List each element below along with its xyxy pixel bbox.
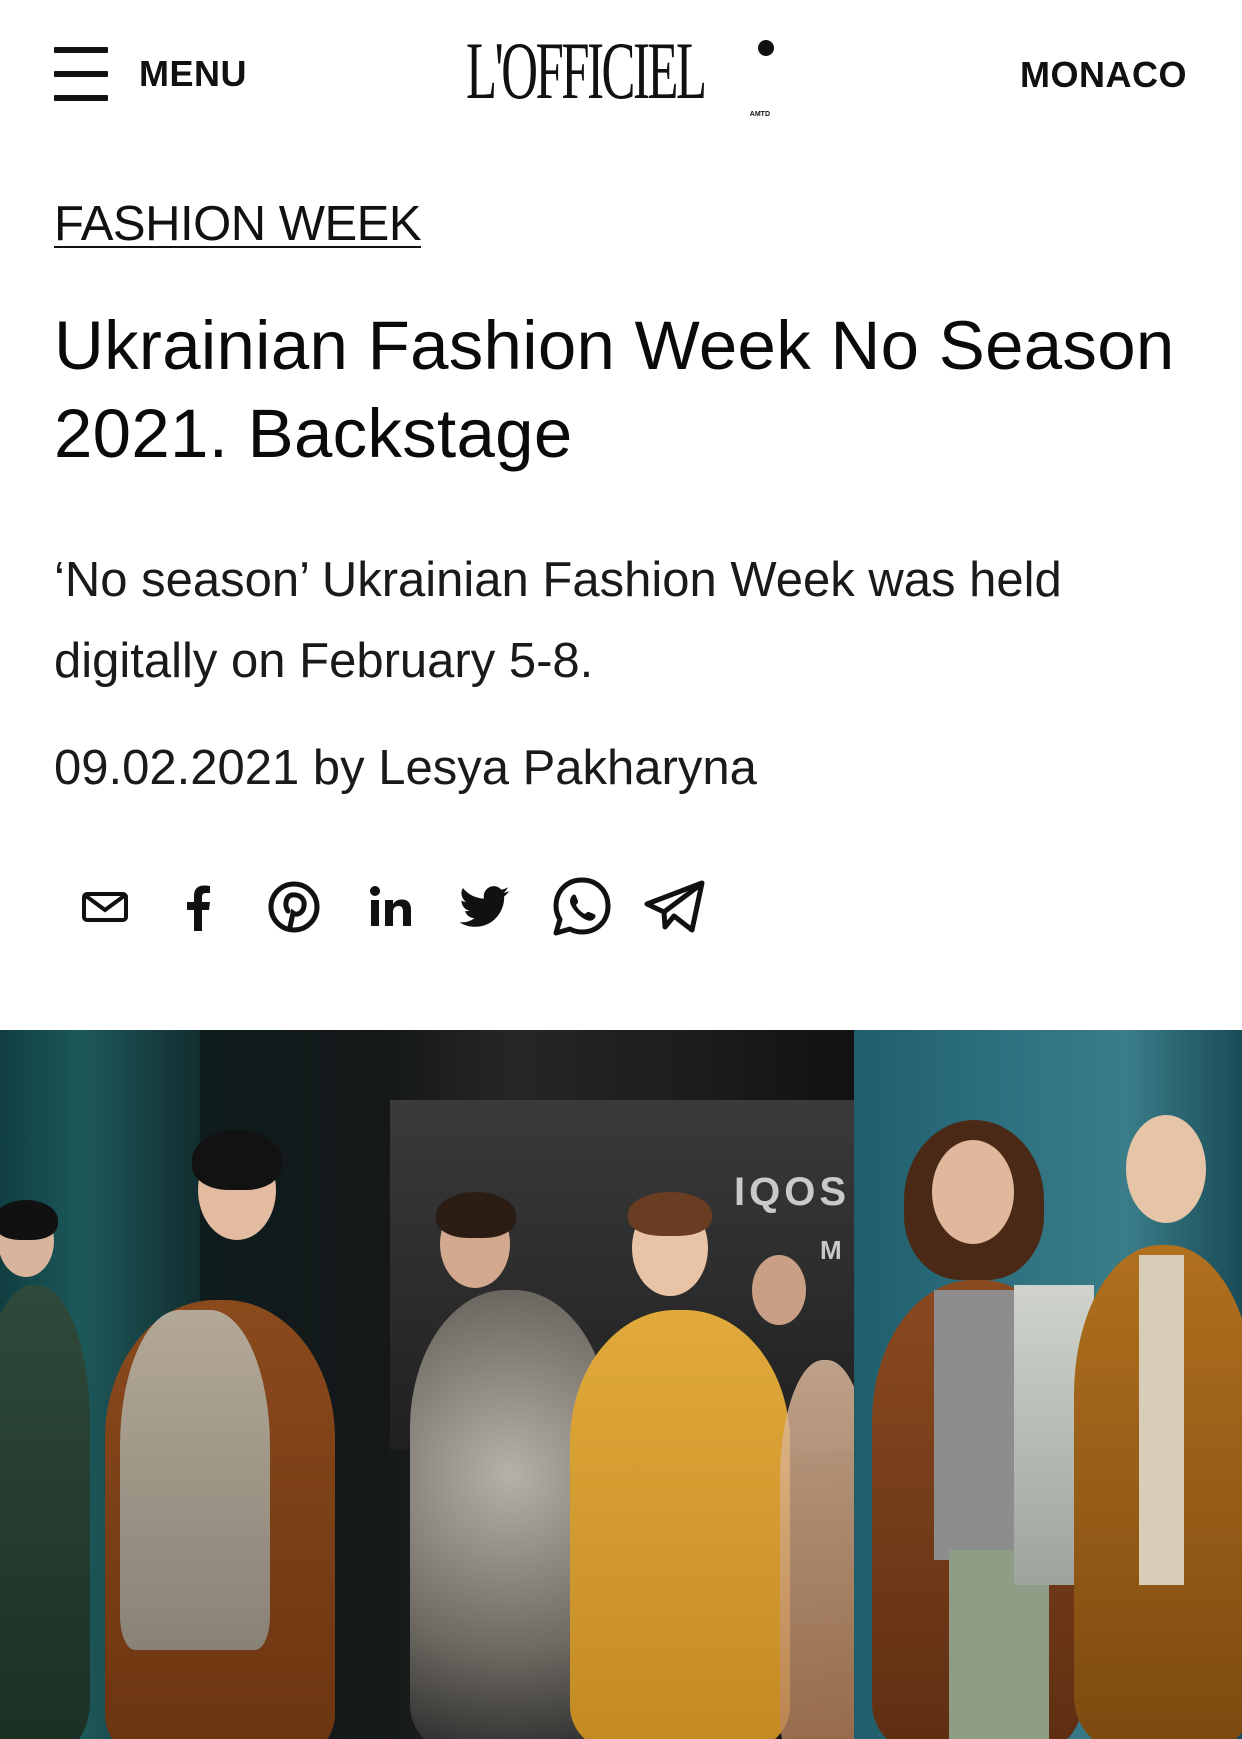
share-email-button[interactable] <box>70 872 140 942</box>
logo-wordmark: L'OFFICIEL <box>466 25 707 116</box>
whatsapp-icon <box>553 877 611 936</box>
share-pinterest-button[interactable] <box>259 872 329 942</box>
mail-icon <box>82 892 128 922</box>
telegram-icon <box>644 880 705 933</box>
share-linkedin-button[interactable] <box>356 872 426 942</box>
hamburger-menu-icon[interactable] <box>54 47 108 101</box>
article-title: Ukrainian Fashion Week No Season 2021. B… <box>54 307 1175 472</box>
share-whatsapp-button[interactable] <box>547 872 617 942</box>
linkedin-icon <box>370 886 411 926</box>
menu-button[interactable]: MENU <box>139 53 247 95</box>
twitter-icon <box>460 886 510 927</box>
facebook-icon <box>187 885 210 931</box>
article-date-author: 09.02.2021 by Lesya Pakharyna <box>54 741 757 795</box>
category-link[interactable]: FASHION WEEK <box>54 196 422 252</box>
hero-image: IQOS M <box>0 1030 1242 1739</box>
backstage-photo-left: IQOS M <box>0 1030 870 1739</box>
wall-sign-text: IQOS <box>734 1170 851 1214</box>
article-lede: ‘No season’ Ukrainian Fashion Week was h… <box>54 553 1062 688</box>
share-twitter-button[interactable] <box>450 872 520 942</box>
pinterest-icon <box>268 881 320 933</box>
share-telegram-button[interactable] <box>640 872 710 942</box>
logo-emblem-icon <box>758 40 774 56</box>
site-logo[interactable]: L'OFFICIEL AMTD <box>466 25 776 118</box>
region-selector[interactable]: MONACO <box>1020 54 1187 96</box>
wall-sign-letter: M <box>820 1235 846 1265</box>
share-facebook-button[interactable] <box>163 872 233 942</box>
backstage-photo-right <box>854 1030 1242 1739</box>
logo-subtext: AMTD <box>749 111 770 118</box>
site-header: MENU L'OFFICIEL AMTD MONACO <box>0 0 1242 150</box>
